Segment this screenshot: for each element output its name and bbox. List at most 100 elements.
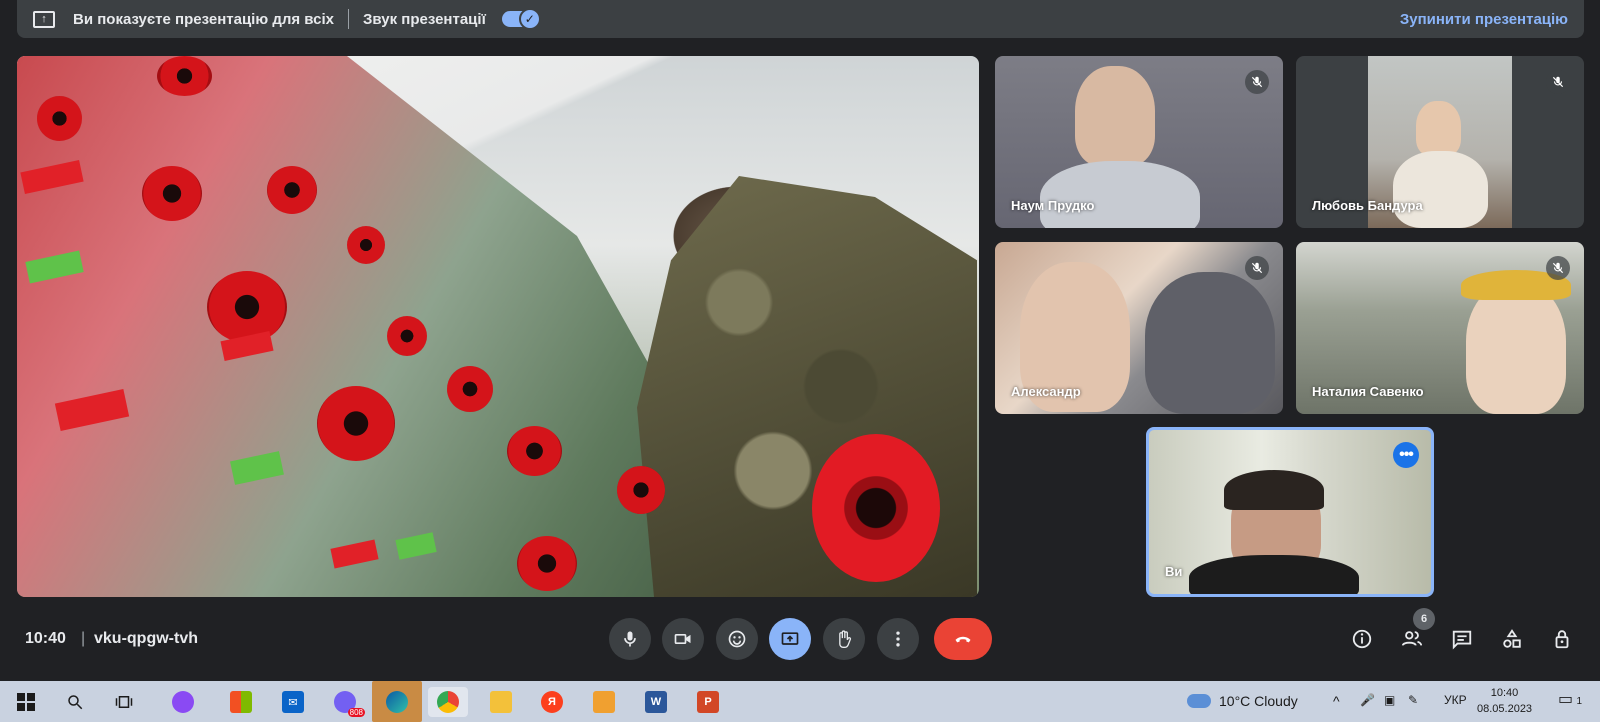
participant-tile[interactable]: Александр [995,242,1283,414]
activities-icon [1503,629,1521,648]
participant-name: Любовь Бандура [1312,198,1423,213]
task-view-button[interactable] [104,687,144,717]
meeting-control-bar: 10:40 | vku-qpgw-tvh 6 [0,608,1600,666]
camera-icon [674,634,691,644]
mail-app-button[interactable]: ✉ [273,687,313,717]
search-button[interactable] [55,687,95,717]
poppy-image [617,466,665,514]
participant-video [1075,66,1155,166]
yandex-icon: Я [541,691,563,713]
poppy-wall-image [17,56,717,597]
mic-off-icon [1245,256,1269,280]
notification-icon: ▭ [1558,691,1574,708]
store-app-button[interactable] [221,687,261,717]
stop-presenting-button[interactable]: Зупинити презентацію [1400,11,1568,28]
participant-tile[interactable]: Наталия Савенко [1296,242,1584,414]
poppy-image [157,56,212,96]
pen-icon[interactable]: ✎ [1408,693,1418,707]
self-view-tile[interactable]: ••• Ви [1146,427,1434,597]
chrome-icon [437,691,459,713]
microphone-button[interactable] [609,618,651,660]
notification-count: 1 [1576,696,1583,707]
meeting-time: 10:40 [25,630,66,647]
app-button[interactable] [584,687,624,717]
alice-app-button[interactable] [163,687,203,717]
task-view-icon [115,696,133,708]
participant-name: Ви [1165,564,1183,579]
mic-off-icon [1546,256,1570,280]
viber-badge: 808 [347,708,365,717]
viber-app-button[interactable]: 808 [325,687,365,717]
poppy-image [387,316,427,356]
edge-app-button[interactable] [372,681,422,722]
participant-tile[interactable]: Любовь Бандура [1296,56,1584,228]
camera-button[interactable] [662,618,704,660]
chat-button[interactable] [1447,624,1477,654]
chevron-up-icon[interactable]: ^ [1333,693,1340,709]
start-button[interactable] [6,687,46,717]
poppy-image [267,166,317,214]
reactions-button[interactable] [716,618,758,660]
word-app-button[interactable]: W [636,687,676,717]
network-icon[interactable]: ▣ [1384,693,1395,707]
alice-icon [172,691,194,713]
chrome-app-button[interactable] [428,687,468,717]
language-indicator[interactable]: УКР [1444,693,1467,707]
meeting-code: vku-qpgw-tvh [94,630,198,647]
meet-window: ↑ Ви показуєте презентацію для всіх Звук… [0,0,1600,722]
store-icon [230,691,252,713]
check-icon: ✓ [518,8,541,30]
host-controls-button[interactable] [1547,624,1577,654]
emoji-icon [728,630,746,648]
poppy-image [507,426,562,476]
present-screen-icon: ↑ [33,10,55,28]
poppy-image [447,366,493,412]
divider [348,9,349,29]
folder-icon [490,691,512,713]
participant-video [1393,151,1488,228]
participant-video [1040,161,1200,228]
present-now-button[interactable] [769,618,811,660]
presentation-audio-toggle[interactable]: ✓ [501,8,541,30]
participant-video [1466,282,1566,414]
leave-call-button[interactable] [934,618,992,660]
mail-icon: ✉ [282,691,304,713]
explorer-app-button[interactable] [481,687,521,717]
search-icon [68,695,83,710]
presenting-message: Ви показуєте презентацію для всіх [73,10,334,28]
present-screen-icon [781,632,799,645]
word-icon: W [645,691,667,713]
participant-name: Наталия Савенко [1312,384,1424,399]
windows-icon [17,693,35,711]
info-icon [1352,629,1372,649]
powerpoint-icon: P [697,691,719,713]
participant-name: Александр [1011,384,1081,399]
activities-button[interactable] [1497,624,1527,654]
more-options-button[interactable] [877,618,919,660]
lock-person-icon [1555,630,1569,649]
meeting-details-button[interactable] [1347,624,1377,654]
mic-off-icon [1245,70,1269,94]
more-options-icon[interactable]: ••• [1393,442,1419,468]
teddy-bear-image [1145,272,1275,414]
hang-up-icon [955,636,971,643]
presentation-stage [17,56,979,597]
weather-text: 10°C Cloudy [1219,693,1298,709]
people-icon [1401,631,1423,646]
divider: | [81,630,86,647]
poppy-image [517,536,577,591]
presenting-bar: ↑ Ви показуєте презентацію для всіх Звук… [17,0,1584,38]
mic-off-icon [1546,70,1570,94]
poppy-logo [812,434,940,582]
clock-date: 08.05.2023 [1477,703,1533,715]
notifications-button[interactable]: ▭ 1 [1558,689,1582,709]
powerpoint-app-button[interactable]: P [688,687,728,717]
yandex-app-button[interactable]: Я [532,687,572,717]
participant-video [1189,555,1359,594]
raise-hand-button[interactable] [823,618,865,660]
microphone-tray-icon[interactable]: 🎤 [1360,693,1375,707]
weather-widget[interactable]: 10°C Cloudy [1187,693,1298,709]
participant-tile[interactable]: Наум Прудко [995,56,1283,228]
clock-time: 10:40 [1490,687,1519,699]
clock[interactable]: 10:40 08.05.2023 [1477,685,1532,717]
